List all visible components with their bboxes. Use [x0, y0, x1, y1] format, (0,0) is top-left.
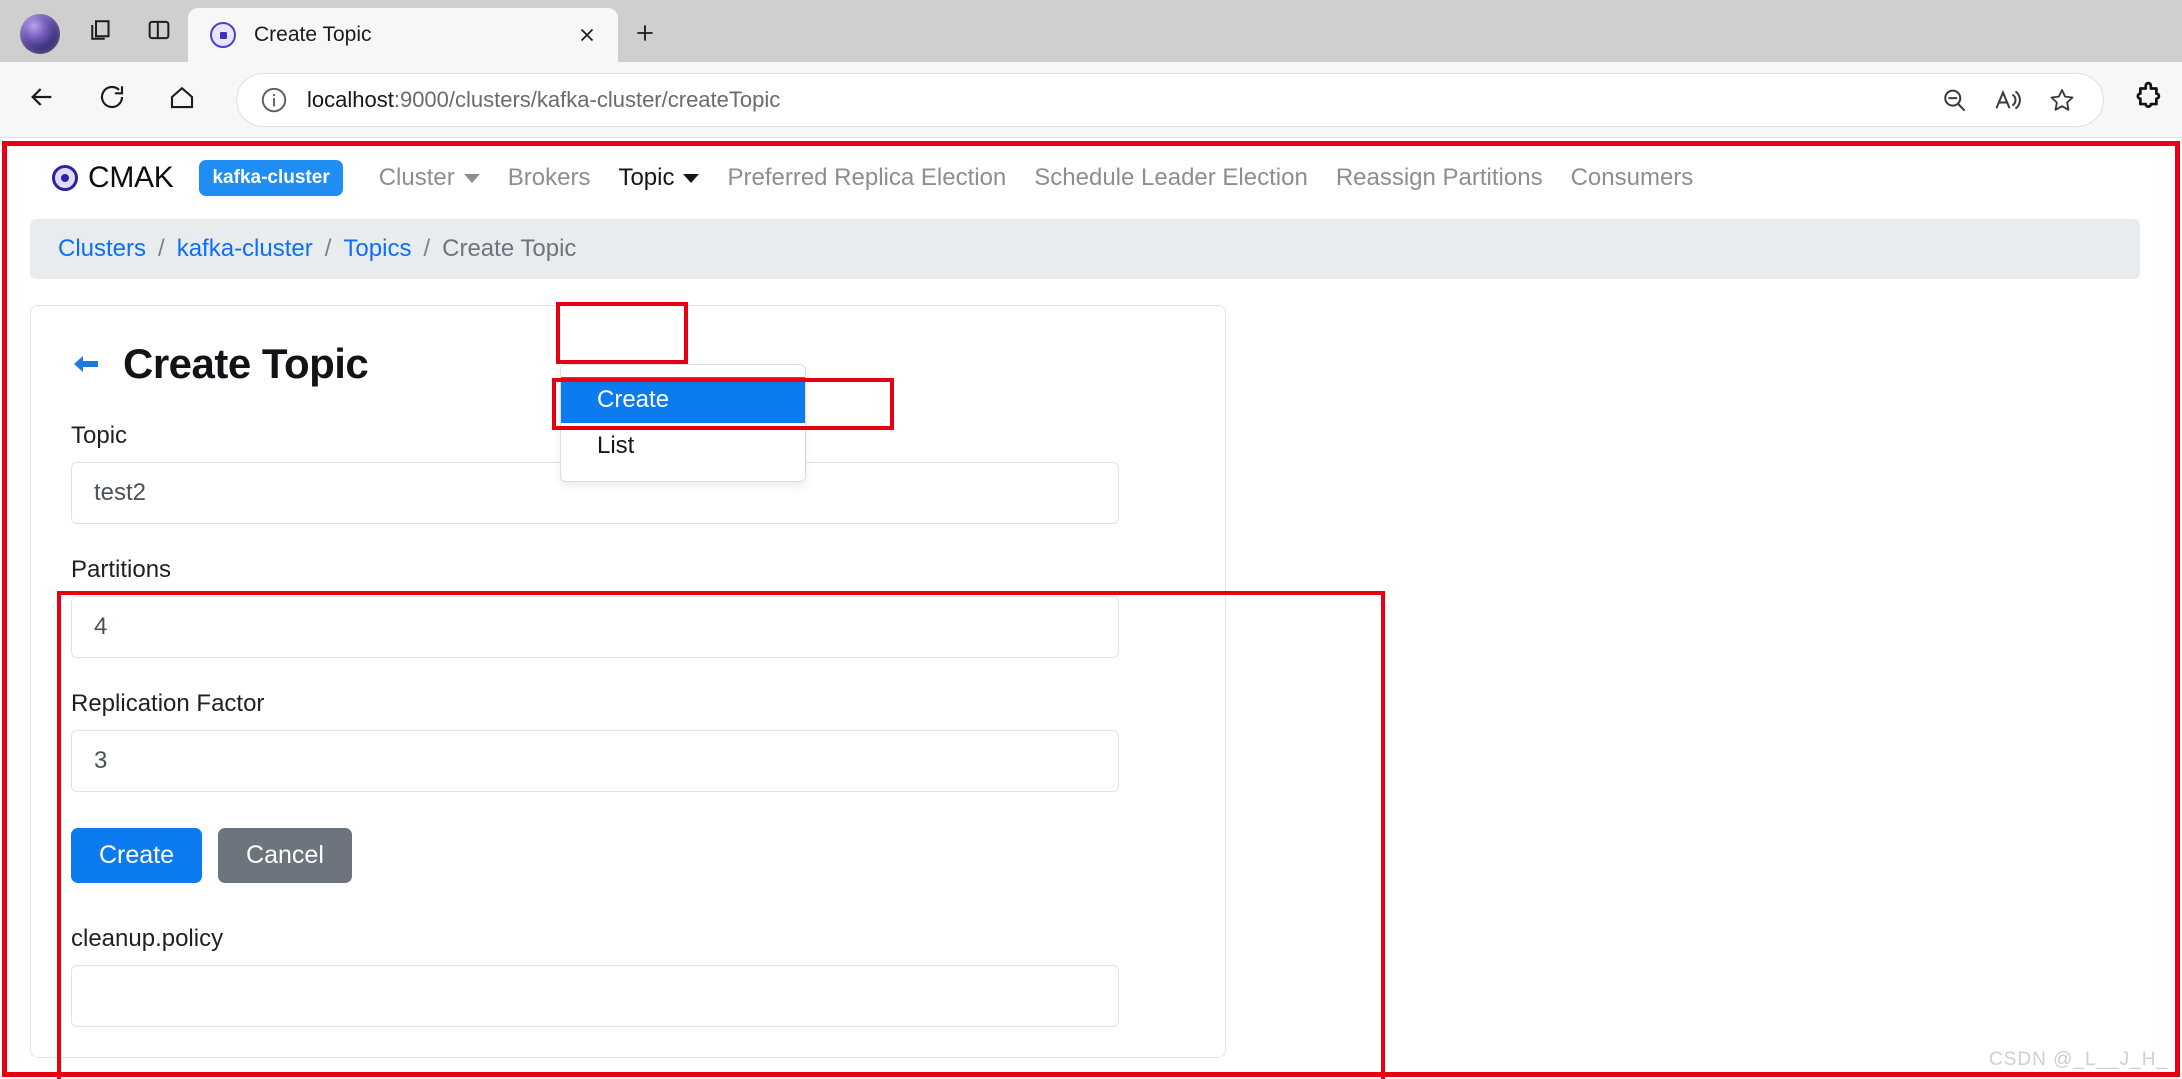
breadcrumb-separator: / — [324, 235, 332, 262]
split-screen-button[interactable] — [130, 6, 188, 58]
home-icon — [167, 82, 197, 117]
copy-stack-icon — [86, 15, 116, 50]
tab-strip: Create Topic — [0, 0, 2182, 62]
brand-label: CMAK — [88, 161, 174, 194]
home-button[interactable] — [154, 72, 210, 128]
read-aloud-button[interactable] — [1991, 83, 2025, 117]
label-replication-factor: Replication Factor — [71, 690, 265, 717]
watermark: CSDN @_L__J_H_ — [1988, 1049, 2168, 1070]
close-icon[interactable] — [570, 18, 604, 52]
field-partitions: Partitions — [71, 556, 1185, 658]
breadcrumb-item-clusters[interactable]: Clusters — [58, 235, 146, 263]
nav-label-topic: Topic — [618, 164, 675, 191]
new-tab-button[interactable] — [618, 11, 672, 59]
reload-icon — [97, 82, 127, 117]
cmak-navbar: CMAK kafka-cluster Cluster Brokers Topic… — [0, 139, 2182, 217]
split-pane-icon — [145, 16, 173, 49]
back-button[interactable] — [14, 72, 70, 128]
page-viewport: CMAK kafka-cluster Cluster Brokers Topic… — [0, 139, 2182, 1079]
label-partitions: Partitions — [71, 556, 172, 583]
breadcrumb-separator: / — [158, 235, 165, 262]
cmak-brand[interactable]: CMAK — [52, 161, 174, 195]
nav-item-schedule-leader-election[interactable]: Schedule Leader Election — [1020, 154, 1322, 202]
profile-avatar[interactable] — [20, 14, 60, 54]
label-cleanup-policy: cleanup.policy — [71, 925, 224, 952]
breadcrumb-item-topics[interactable]: Topics — [343, 235, 411, 263]
puzzle-piece-icon — [2133, 80, 2167, 119]
cancel-button[interactable]: Cancel — [218, 828, 352, 883]
page-title: Create Topic — [123, 340, 369, 387]
browser-toolbar: localhost:9000/clusters/kafka-cluster/cr… — [0, 62, 2182, 138]
breadcrumb-separator: / — [423, 235, 431, 262]
browser-tab[interactable]: Create Topic — [188, 8, 618, 62]
extensions-button[interactable] — [2122, 72, 2178, 128]
field-cleanup-policy: cleanup.policy — [71, 925, 1185, 1027]
menu-item-list[interactable]: List — [561, 423, 805, 469]
zoom-out-button[interactable] — [1937, 83, 1971, 117]
field-replication-factor: Replication Factor — [71, 690, 1185, 792]
nav-item-consumers[interactable]: Consumers — [1557, 154, 1708, 202]
back-arrow-icon[interactable] — [71, 347, 101, 381]
tab-title: Create Topic — [254, 23, 372, 46]
nav-item-topic[interactable]: Topic — [604, 154, 713, 202]
menu-item-create[interactable]: Create — [561, 377, 805, 423]
cmak-favicon-icon — [210, 22, 236, 48]
url-path: :9000/clusters/kafka-cluster/createTopic — [393, 86, 781, 112]
back-arrow-icon — [26, 81, 58, 118]
replication-factor-input[interactable] — [71, 730, 1119, 792]
cmak-logo-icon — [52, 165, 78, 191]
url-text: localhost:9000/clusters/kafka-cluster/cr… — [307, 87, 1937, 113]
address-bar[interactable]: localhost:9000/clusters/kafka-cluster/cr… — [236, 72, 2104, 127]
nav-item-cluster[interactable]: Cluster — [365, 154, 494, 202]
info-circle-icon[interactable] — [259, 85, 289, 115]
topic-dropdown-menu: Create List — [560, 364, 806, 482]
nav-item-brokers[interactable]: Brokers — [494, 154, 605, 202]
nav-label-cluster: Cluster — [378, 164, 455, 191]
breadcrumb: Clusters / kafka-cluster / Topics / Crea… — [30, 219, 2140, 279]
url-host: localhost — [307, 86, 394, 112]
breadcrumb-item-kafka-cluster[interactable]: kafka-cluster — [177, 235, 313, 263]
omnibox-actions — [1937, 83, 2087, 117]
browser-window: Create Topic localhost:9000/clusters/kaf… — [0, 0, 2182, 1079]
tab-collections-button[interactable] — [72, 6, 130, 58]
nav-item-preferred-replica-election[interactable]: Preferred Replica Election — [713, 154, 1020, 202]
cleanup-policy-input[interactable] — [71, 965, 1119, 1027]
favorites-button[interactable] — [2045, 83, 2079, 117]
chevron-down-icon — [683, 174, 700, 183]
create-button[interactable]: Create — [71, 828, 203, 883]
form-actions: Create Cancel — [71, 828, 1185, 883]
partitions-input[interactable] — [71, 596, 1119, 658]
nav-item-reassign-partitions[interactable]: Reassign Partitions — [1322, 154, 1557, 202]
cluster-badge[interactable]: kafka-cluster — [199, 160, 343, 196]
chevron-down-icon — [463, 174, 480, 183]
plus-icon — [632, 17, 658, 54]
breadcrumb-item-create-topic: Create Topic — [442, 235, 577, 262]
reload-button[interactable] — [84, 72, 140, 128]
